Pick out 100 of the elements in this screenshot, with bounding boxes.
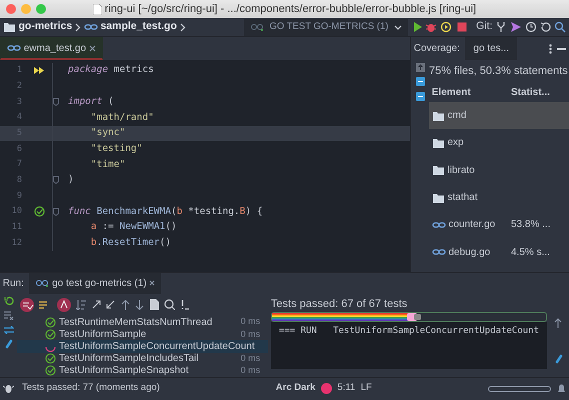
arrow-down-icon[interactable] — [135, 300, 144, 310]
tree-item-label: stathat — [448, 191, 478, 206]
chevron-right-icon — [180, 22, 186, 32]
folder-icon — [432, 110, 445, 122]
panel-title: Run: — [2, 276, 24, 290]
sort-duration-icon[interactable] — [76, 300, 86, 310]
folder-icon — [432, 164, 445, 176]
code-line: b.ResetTimer() — [90, 236, 171, 250]
test-row[interactable]: TestRuntimeMemStatsNumThread 0 ms — [17, 316, 268, 328]
history-icon[interactable] — [524, 21, 537, 33]
tree-item-label: counter.go — [448, 218, 496, 232]
clear-icon[interactable] — [4, 311, 14, 320]
fold-icon[interactable] — [53, 176, 59, 184]
code-line: "testing" — [90, 142, 142, 156]
sort-alpha-icon[interactable] — [56, 298, 71, 312]
send-icon[interactable] — [510, 21, 522, 33]
run-icon[interactable] — [34, 67, 44, 74]
code-line: func BenchmarkEWMA(b *testing.B) { — [67, 204, 263, 219]
window-title: ring-ui [~/go/src/ring-ui] - .../components/error-bubble/error-bubble.js [ring-ui] — [104, 2, 476, 17]
collapse-all-icon[interactable] — [416, 92, 424, 101]
notification-icon[interactable] — [557, 383, 566, 394]
line-number: 11 — [10, 221, 23, 234]
editor-tab[interactable]: ewma_test.go — [0, 37, 103, 60]
breadcrumb-item[interactable]: sample_test.go — [100, 19, 177, 35]
chevron-right-icon — [74, 22, 81, 32]
cat-icon — [406, 312, 421, 322]
column-header: Statist... — [511, 86, 550, 100]
fold-icon[interactable] — [53, 208, 59, 216]
caret-icon — [394, 24, 402, 30]
code-line: "math/rand" — [90, 110, 154, 125]
go-icon — [250, 23, 264, 31]
line-number: 1 — [16, 64, 23, 77]
close-icon[interactable] — [149, 280, 156, 286]
collapse-icon[interactable] — [106, 300, 116, 310]
line-separator[interactable]: LF — [360, 381, 372, 396]
test-row[interactable]: TestUniformSample 0 ms — [17, 328, 268, 340]
test-row[interactable]: TestUniformSampleIncludesTail 0 ms — [17, 352, 268, 365]
code-line: "sync" — [90, 126, 126, 140]
test-result: Tests passed: 67 of 67 tests — [270, 296, 408, 312]
minimize-icon[interactable] — [557, 48, 566, 50]
code-line: import ( — [67, 94, 114, 109]
coverage-summary: 75% files, 50.3% statements — [429, 64, 569, 79]
check-circle-icon — [45, 353, 56, 364]
document-icon — [92, 4, 102, 14]
tree-item-label: cmd — [448, 109, 466, 124]
breadcrumb-item[interactable]: go-metrics — [18, 19, 72, 35]
arrow-up-icon[interactable] — [554, 318, 562, 328]
branch-icon[interactable] — [495, 21, 508, 33]
theme-label[interactable]: Arc Dark — [276, 381, 316, 396]
folder-icon — [432, 192, 445, 204]
arrow-up-icon[interactable] — [120, 300, 130, 310]
console-output: === RUN TestUniformSampleConcurrentUpdateCount — [270, 322, 547, 370]
go-icon — [35, 279, 50, 287]
coverage-value: 53.8% ... — [511, 218, 550, 232]
check-circle-icon[interactable] — [34, 206, 44, 218]
run-tab[interactable]: go test go-metrics (1) — [29, 272, 162, 294]
folder-icon — [432, 136, 445, 149]
tree-item-label: debug.go — [448, 246, 490, 260]
caret-position[interactable]: 5:11 — [337, 381, 356, 396]
tree-row[interactable]: debug.go 4.5% s... — [429, 238, 569, 266]
revert-icon[interactable] — [540, 21, 552, 33]
panel-title: Coverage: — [414, 42, 460, 56]
run-configuration-dropdown[interactable]: GO TEST GO-METRICS (1) — [244, 18, 408, 36]
passed-filter-icon[interactable] — [20, 298, 34, 312]
column-header: Element — [430, 86, 472, 100]
export-icon[interactable] — [150, 299, 159, 310]
coverage-run-icon[interactable] — [440, 21, 454, 33]
tree-row[interactable]: stathat — [429, 184, 569, 212]
line-number: 4 — [16, 111, 23, 124]
test-row[interactable]: TestUniformSampleConcurrentUpdateCount — [17, 340, 268, 353]
tree-row[interactable]: librato — [429, 156, 569, 184]
tree-row[interactable]: counter.go 53.8% ... — [429, 211, 569, 238]
expand-icon[interactable] — [92, 300, 101, 310]
history-icon[interactable] — [164, 299, 176, 310]
toggle-icon[interactable] — [4, 326, 14, 334]
test-row[interactable]: TestUniformSampleSnapshot 0 ms — [17, 364, 268, 377]
tree-item-label: exp — [448, 136, 464, 150]
spinner-icon — [45, 346, 56, 352]
check-circle-icon — [45, 316, 56, 328]
tree-row[interactable]: cmd — [429, 102, 569, 130]
coverage-tab[interactable]: go tes... — [465, 37, 517, 60]
more-icon[interactable] — [548, 44, 552, 54]
code-line: package metrics — [67, 63, 154, 78]
line-number: 7 — [16, 158, 23, 172]
code-line: ) — [67, 173, 74, 188]
close-icon[interactable] — [88, 44, 96, 52]
more-icon[interactable] — [180, 300, 189, 310]
rerun-icon[interactable] — [4, 296, 14, 306]
line-number: 12 — [10, 236, 23, 250]
memory-indicator-icon — [488, 386, 552, 392]
check-circle-icon — [45, 328, 56, 340]
line-number: 8 — [16, 174, 23, 187]
search-icon[interactable] — [554, 21, 566, 33]
code-line: "time" — [90, 158, 126, 172]
fold-icon[interactable] — [53, 98, 59, 106]
bug-icon[interactable] — [2, 383, 14, 394]
coverage-value: 4.5% s... — [511, 246, 550, 260]
expand-all-icon[interactable] — [416, 77, 424, 86]
git-label: Git: — [476, 19, 492, 34]
tree-row[interactable]: exp — [429, 129, 569, 157]
